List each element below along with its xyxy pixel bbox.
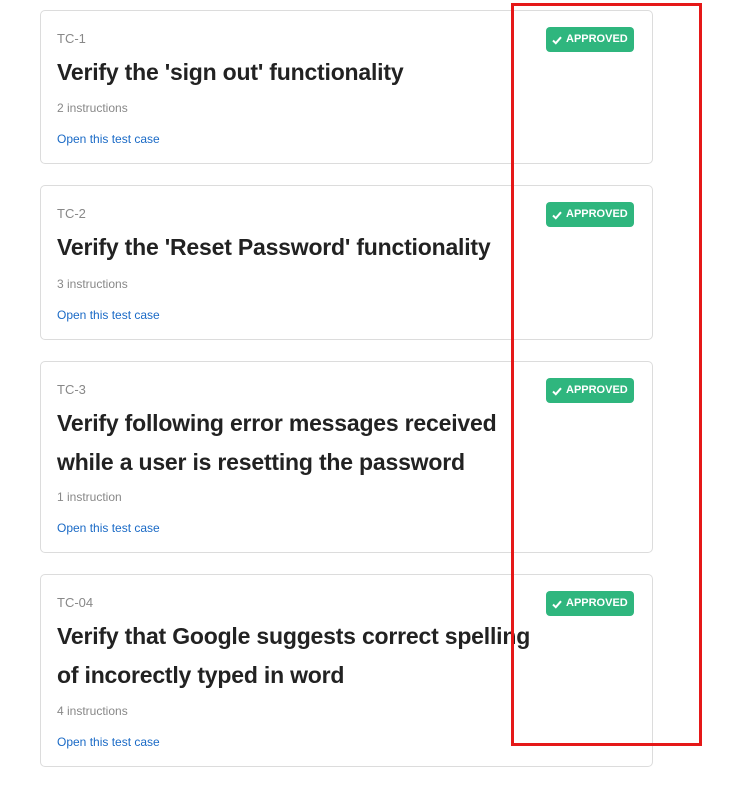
- test-case-card: TC-3 Verify following error messages rec…: [40, 361, 653, 553]
- test-case-title: Verify following error messages received…: [57, 410, 497, 475]
- test-case-title: Verify the 'Reset Password' functionalit…: [57, 234, 491, 260]
- open-test-case-link[interactable]: Open this test case: [57, 521, 160, 536]
- status-badge: APPROVED: [546, 27, 634, 52]
- status-label: APPROVED: [566, 597, 628, 609]
- instruction-count: 1 instruction: [57, 490, 122, 504]
- check-icon: [552, 36, 562, 45]
- test-case-title: Verify the 'sign out' functionality: [57, 59, 404, 85]
- instruction-count: 3 instructions: [57, 277, 128, 291]
- test-case-id: TC-2: [57, 206, 86, 221]
- status-badge: APPROVED: [546, 378, 634, 403]
- check-icon: [552, 600, 562, 609]
- check-icon: [552, 387, 562, 396]
- status-badge: APPROVED: [546, 202, 634, 227]
- open-test-case-link[interactable]: Open this test case: [57, 735, 160, 750]
- test-case-card: TC-04 Verify that Google suggests correc…: [40, 574, 653, 767]
- test-case-title: Verify that Google suggests correct spel…: [57, 623, 531, 688]
- open-test-case-link[interactable]: Open this test case: [57, 132, 160, 147]
- status-label: APPROVED: [566, 384, 628, 396]
- test-case-id: TC-1: [57, 31, 86, 46]
- status-badge: APPROVED: [546, 591, 634, 616]
- status-label: APPROVED: [566, 33, 628, 45]
- instruction-count: 2 instructions: [57, 101, 128, 115]
- status-label: APPROVED: [566, 208, 628, 220]
- test-case-id: TC-3: [57, 382, 86, 397]
- check-icon: [552, 211, 562, 220]
- test-case-id: TC-04: [57, 595, 94, 610]
- test-case-card: TC-1 Verify the 'sign out' functionality…: [40, 10, 653, 164]
- test-case-card: TC-2 Verify the 'Reset Password' functio…: [40, 185, 653, 340]
- open-test-case-link[interactable]: Open this test case: [57, 308, 160, 323]
- instruction-count: 4 instructions: [57, 704, 128, 718]
